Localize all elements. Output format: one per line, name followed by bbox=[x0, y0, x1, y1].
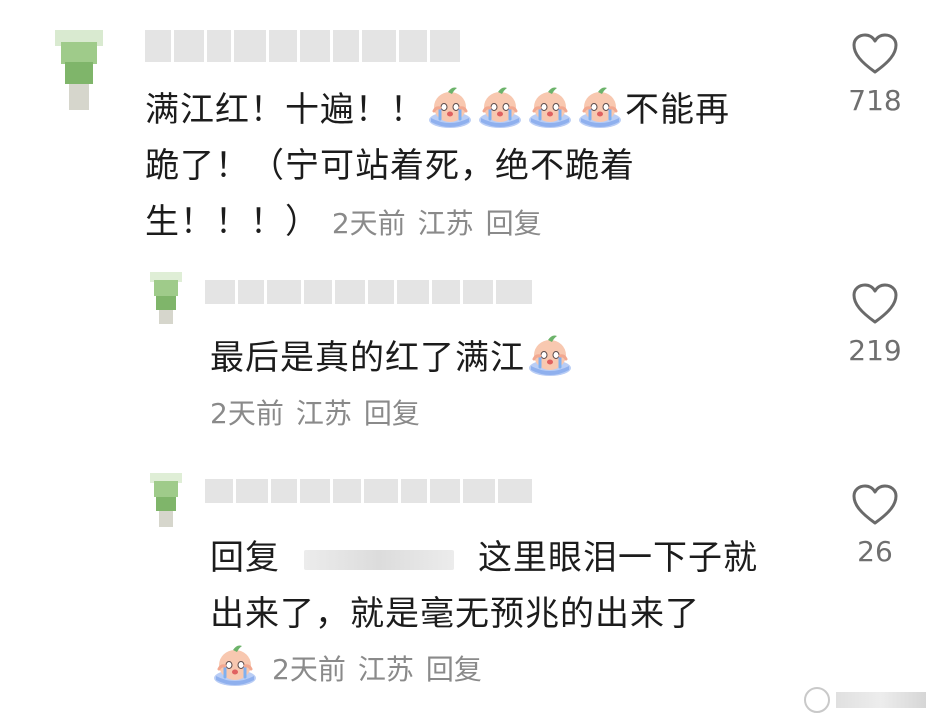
crying-peach-sticker-icon bbox=[426, 85, 474, 129]
comment-time: 2天前 bbox=[331, 207, 406, 240]
text-segment: 出来了，就是毫无预兆的出来了 bbox=[210, 594, 700, 634]
text-segment: 不能再 bbox=[625, 90, 730, 130]
text-segment: 跪了！（宁可站着死，绝不跪着 bbox=[145, 146, 635, 186]
like-button[interactable]: 26 bbox=[835, 483, 915, 568]
crying-peach-sticker-icon bbox=[526, 333, 574, 377]
comment-3: 回复 这里眼泪一下子就 出来了，就是毫无预兆的出来了 2天前 江苏 回复 26 bbox=[0, 455, 936, 717]
comment-text: 回复 这里眼泪一下子就 出来了，就是毫无预兆的出来了 bbox=[210, 530, 830, 642]
comment-2: 最后是真的红了满江 2天前 江苏 回复 219 bbox=[0, 260, 936, 455]
mentioned-username-blurred[interactable] bbox=[304, 549, 454, 570]
comment-meta: 2天前 江苏 回复 bbox=[332, 207, 542, 240]
avatar[interactable] bbox=[150, 473, 182, 527]
username-blurred[interactable] bbox=[145, 30, 470, 62]
crying-peach-sticker-icon bbox=[211, 643, 259, 687]
text-segment: 这里眼泪一下子就 bbox=[478, 538, 758, 578]
comment-meta: 2天前 江苏 回复 bbox=[210, 643, 482, 693]
text-segment: 满江红！十遍！！ bbox=[145, 90, 425, 130]
reply-link[interactable]: 回复 bbox=[364, 397, 420, 430]
reply-link[interactable]: 回复 bbox=[486, 207, 542, 240]
heart-outline-icon bbox=[851, 32, 899, 76]
crying-peach-sticker-icon bbox=[526, 85, 574, 129]
username-blurred[interactable] bbox=[205, 280, 535, 304]
comment-location: 江苏 bbox=[357, 653, 414, 686]
like-count: 718 bbox=[848, 84, 902, 117]
comment-time: 2天前 bbox=[272, 653, 346, 686]
comment-meta: 2天前 江苏 回复 bbox=[210, 392, 420, 436]
like-count: 26 bbox=[857, 535, 893, 568]
heart-outline-icon bbox=[851, 282, 899, 326]
comment-location: 江苏 bbox=[417, 207, 474, 240]
like-button[interactable]: 219 bbox=[835, 282, 915, 367]
comment-text: 满江红！十遍！！ 不能再 跪了！（宁可站着死，绝不跪着 生！！！） 2天前 江苏 回复 bbox=[145, 82, 825, 252]
crying-peach-sticker-icon bbox=[476, 85, 524, 129]
text-segment: 最后是真的红了满江 bbox=[210, 338, 525, 378]
watermark-text-blurred bbox=[836, 692, 926, 708]
heart-outline-icon bbox=[851, 483, 899, 527]
watermark-logo-icon bbox=[804, 687, 830, 713]
username-blurred[interactable] bbox=[205, 479, 535, 503]
like-button[interactable]: 718 bbox=[835, 32, 915, 117]
text-segment: 生！！！） bbox=[145, 202, 320, 242]
crying-peach-sticker-icon bbox=[576, 85, 624, 129]
comment-text: 最后是真的红了满江 bbox=[210, 330, 830, 386]
like-count: 219 bbox=[848, 334, 902, 367]
comment-time: 2天前 bbox=[210, 397, 284, 430]
reply-prefix: 回复 bbox=[210, 538, 280, 578]
comment-location: 江苏 bbox=[295, 397, 352, 430]
comment-1: 满江红！十遍！！ 不能再 跪了！（宁可站着死，绝不跪着 生！！！） 2天前 江苏 回复… bbox=[0, 0, 936, 260]
avatar[interactable] bbox=[55, 30, 103, 110]
avatar[interactable] bbox=[150, 272, 182, 324]
watermark-blurred bbox=[804, 687, 926, 713]
reply-link[interactable]: 回复 bbox=[426, 653, 482, 686]
